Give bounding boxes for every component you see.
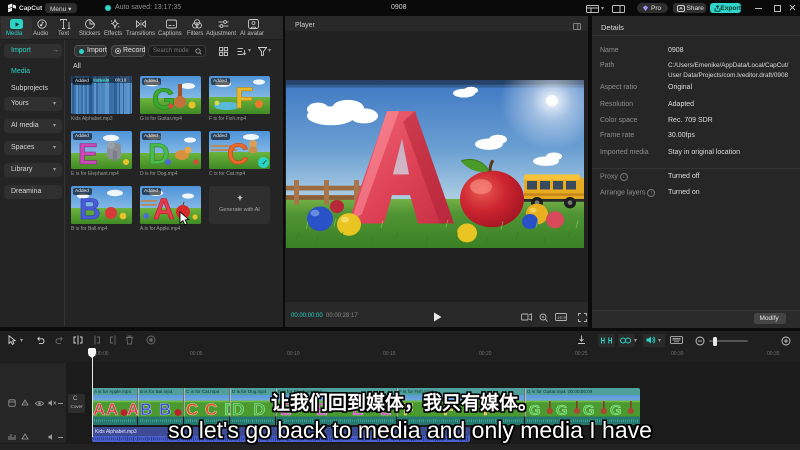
svg-text:F: F [235,82,253,114]
svg-text:G: G [152,83,175,114]
svg-text:08:18: 08:18 [115,78,127,83]
svg-text:16:9: 16:9 [557,315,566,320]
svg-text:C: C [227,138,249,169]
svg-text:B: B [79,193,101,224]
svg-text:E: E [78,138,98,169]
svg-text:A: A [153,193,175,224]
